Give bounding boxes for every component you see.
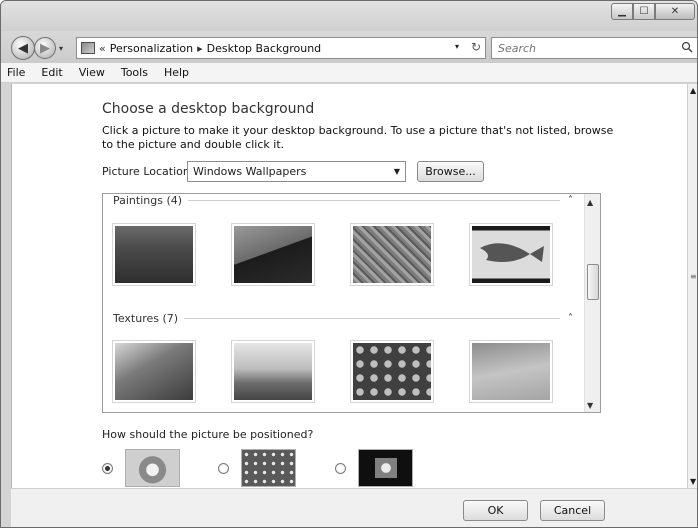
position-fill-preview[interactable] bbox=[125, 449, 180, 487]
personalization-window: ▁ ☐ ✕ ◀ ▶ ▾ « Personalization ▸ Desktop … bbox=[0, 0, 698, 528]
center-preview-image bbox=[375, 458, 397, 478]
position-tile-preview[interactable] bbox=[241, 449, 296, 487]
search-box bbox=[491, 37, 697, 59]
refresh-icon[interactable]: ↻ bbox=[471, 40, 481, 54]
wallpaper-thumb[interactable] bbox=[231, 340, 315, 403]
group-header-paintings[interactable]: Paintings (4) ˄ bbox=[113, 194, 573, 207]
maximize-button[interactable]: ☐ bbox=[633, 3, 655, 20]
picture-location-label: Picture Location bbox=[102, 165, 190, 178]
wallpaper-thumb[interactable] bbox=[469, 223, 553, 286]
position-tile-radio[interactable] bbox=[218, 463, 229, 474]
wallpaper-thumb[interactable] bbox=[350, 223, 434, 286]
texture-pebbles-image bbox=[353, 343, 431, 400]
position-fill-radio[interactable] bbox=[102, 463, 113, 474]
breadcrumb-desktop-background[interactable]: Desktop Background bbox=[207, 42, 322, 55]
menu-tools[interactable]: Tools bbox=[113, 66, 156, 79]
cancel-button[interactable]: Cancel bbox=[540, 500, 605, 521]
collapse-icon[interactable]: ˄ bbox=[568, 195, 573, 206]
page-description: Click a picture to make it your desktop … bbox=[102, 124, 614, 151]
dialog-footer: OK Cancel bbox=[11, 488, 697, 527]
wallpaper-thumb[interactable] bbox=[231, 223, 315, 286]
back-arrow-icon: ◀ bbox=[18, 40, 28, 56]
scroll-thumb[interactable] bbox=[587, 264, 599, 300]
position-center-radio[interactable] bbox=[335, 463, 346, 474]
group-title-textures: Textures (7) bbox=[113, 312, 179, 325]
texture-grass-image bbox=[234, 343, 312, 400]
wallpaper-gallery: Paintings (4) ˄ Textures (7) ˄ ▲ ▼ bbox=[102, 193, 601, 413]
breadcrumb-separator[interactable]: ▸ bbox=[197, 42, 203, 55]
scroll-down-icon[interactable]: ▼ bbox=[690, 477, 696, 486]
content-pane: Choose a desktop background Click a pict… bbox=[11, 84, 687, 488]
ok-button[interactable]: OK bbox=[463, 500, 528, 521]
group-header-textures[interactable]: Textures (7) ˄ bbox=[113, 312, 573, 325]
address-dropdown-icon[interactable]: ▾ bbox=[455, 42, 459, 51]
painting-fish-image bbox=[472, 226, 550, 283]
group-divider bbox=[188, 200, 560, 201]
wallpaper-thumb[interactable] bbox=[469, 340, 553, 403]
breadcrumb-personalization[interactable]: Personalization bbox=[110, 42, 193, 55]
forward-button[interactable]: ▶ bbox=[34, 37, 56, 59]
wallpaper-thumb[interactable] bbox=[112, 223, 196, 286]
back-button[interactable]: ◀ bbox=[11, 36, 35, 60]
collapse-icon[interactable]: ˄ bbox=[568, 313, 573, 324]
picture-location-select[interactable]: Windows Wallpapers ▼ bbox=[187, 161, 406, 182]
address-bar[interactable]: « Personalization ▸ Desktop Background ▾… bbox=[76, 37, 486, 59]
menu-edit[interactable]: Edit bbox=[33, 66, 70, 79]
group-title-paintings: Paintings (4) bbox=[113, 194, 183, 207]
texture-fish-school-image bbox=[115, 343, 193, 400]
menu-bar: File Edit View Tools Help bbox=[1, 63, 697, 83]
recent-pages-dropdown[interactable]: ▾ bbox=[59, 44, 63, 53]
chevron-down-icon: ▼ bbox=[393, 167, 400, 176]
minimize-button[interactable]: ▁ bbox=[611, 3, 633, 20]
picture-location-value: Windows Wallpapers bbox=[193, 165, 307, 178]
scroll-up-icon[interactable]: ▲ bbox=[690, 86, 696, 95]
title-bar: ▁ ☐ ✕ bbox=[1, 1, 697, 31]
scroll-down-icon[interactable]: ▼ bbox=[587, 401, 593, 410]
painting-bridge-image bbox=[234, 226, 312, 283]
search-input[interactable] bbox=[498, 41, 668, 55]
gallery-scrollbar[interactable]: ▲ ▼ bbox=[584, 194, 600, 412]
scroll-grip-icon[interactable]: ≡ bbox=[690, 272, 697, 281]
group-divider bbox=[184, 318, 560, 319]
browse-button[interactable]: Browse... bbox=[417, 161, 484, 182]
fish-icon bbox=[480, 243, 544, 262]
menu-view[interactable]: View bbox=[71, 66, 113, 79]
search-icon[interactable] bbox=[681, 41, 693, 53]
breadcrumb-overflow[interactable]: « bbox=[99, 42, 106, 55]
painting-flowers-image bbox=[353, 226, 431, 283]
position-label: How should the picture be positioned? bbox=[102, 428, 314, 441]
position-center-preview[interactable] bbox=[358, 449, 413, 487]
menu-file[interactable]: File bbox=[1, 66, 33, 79]
wallpaper-thumb[interactable] bbox=[350, 340, 434, 403]
page-scrollbar[interactable]: ▲ ≡ ▼ bbox=[687, 84, 697, 488]
texture-wood-image bbox=[472, 343, 550, 400]
menu-help[interactable]: Help bbox=[156, 66, 197, 79]
painting-park-image bbox=[115, 226, 193, 283]
navigation-bar: ◀ ▶ ▾ « Personalization ▸ Desktop Backgr… bbox=[1, 31, 697, 63]
control-panel-icon bbox=[81, 42, 95, 54]
wallpaper-thumb[interactable] bbox=[112, 340, 196, 403]
caption-buttons: ▁ ☐ ✕ bbox=[611, 3, 695, 20]
page-title: Choose a desktop background bbox=[102, 101, 315, 117]
scroll-up-icon[interactable]: ▲ bbox=[587, 198, 593, 207]
close-button[interactable]: ✕ bbox=[655, 3, 695, 20]
forward-arrow-icon: ▶ bbox=[40, 40, 50, 56]
